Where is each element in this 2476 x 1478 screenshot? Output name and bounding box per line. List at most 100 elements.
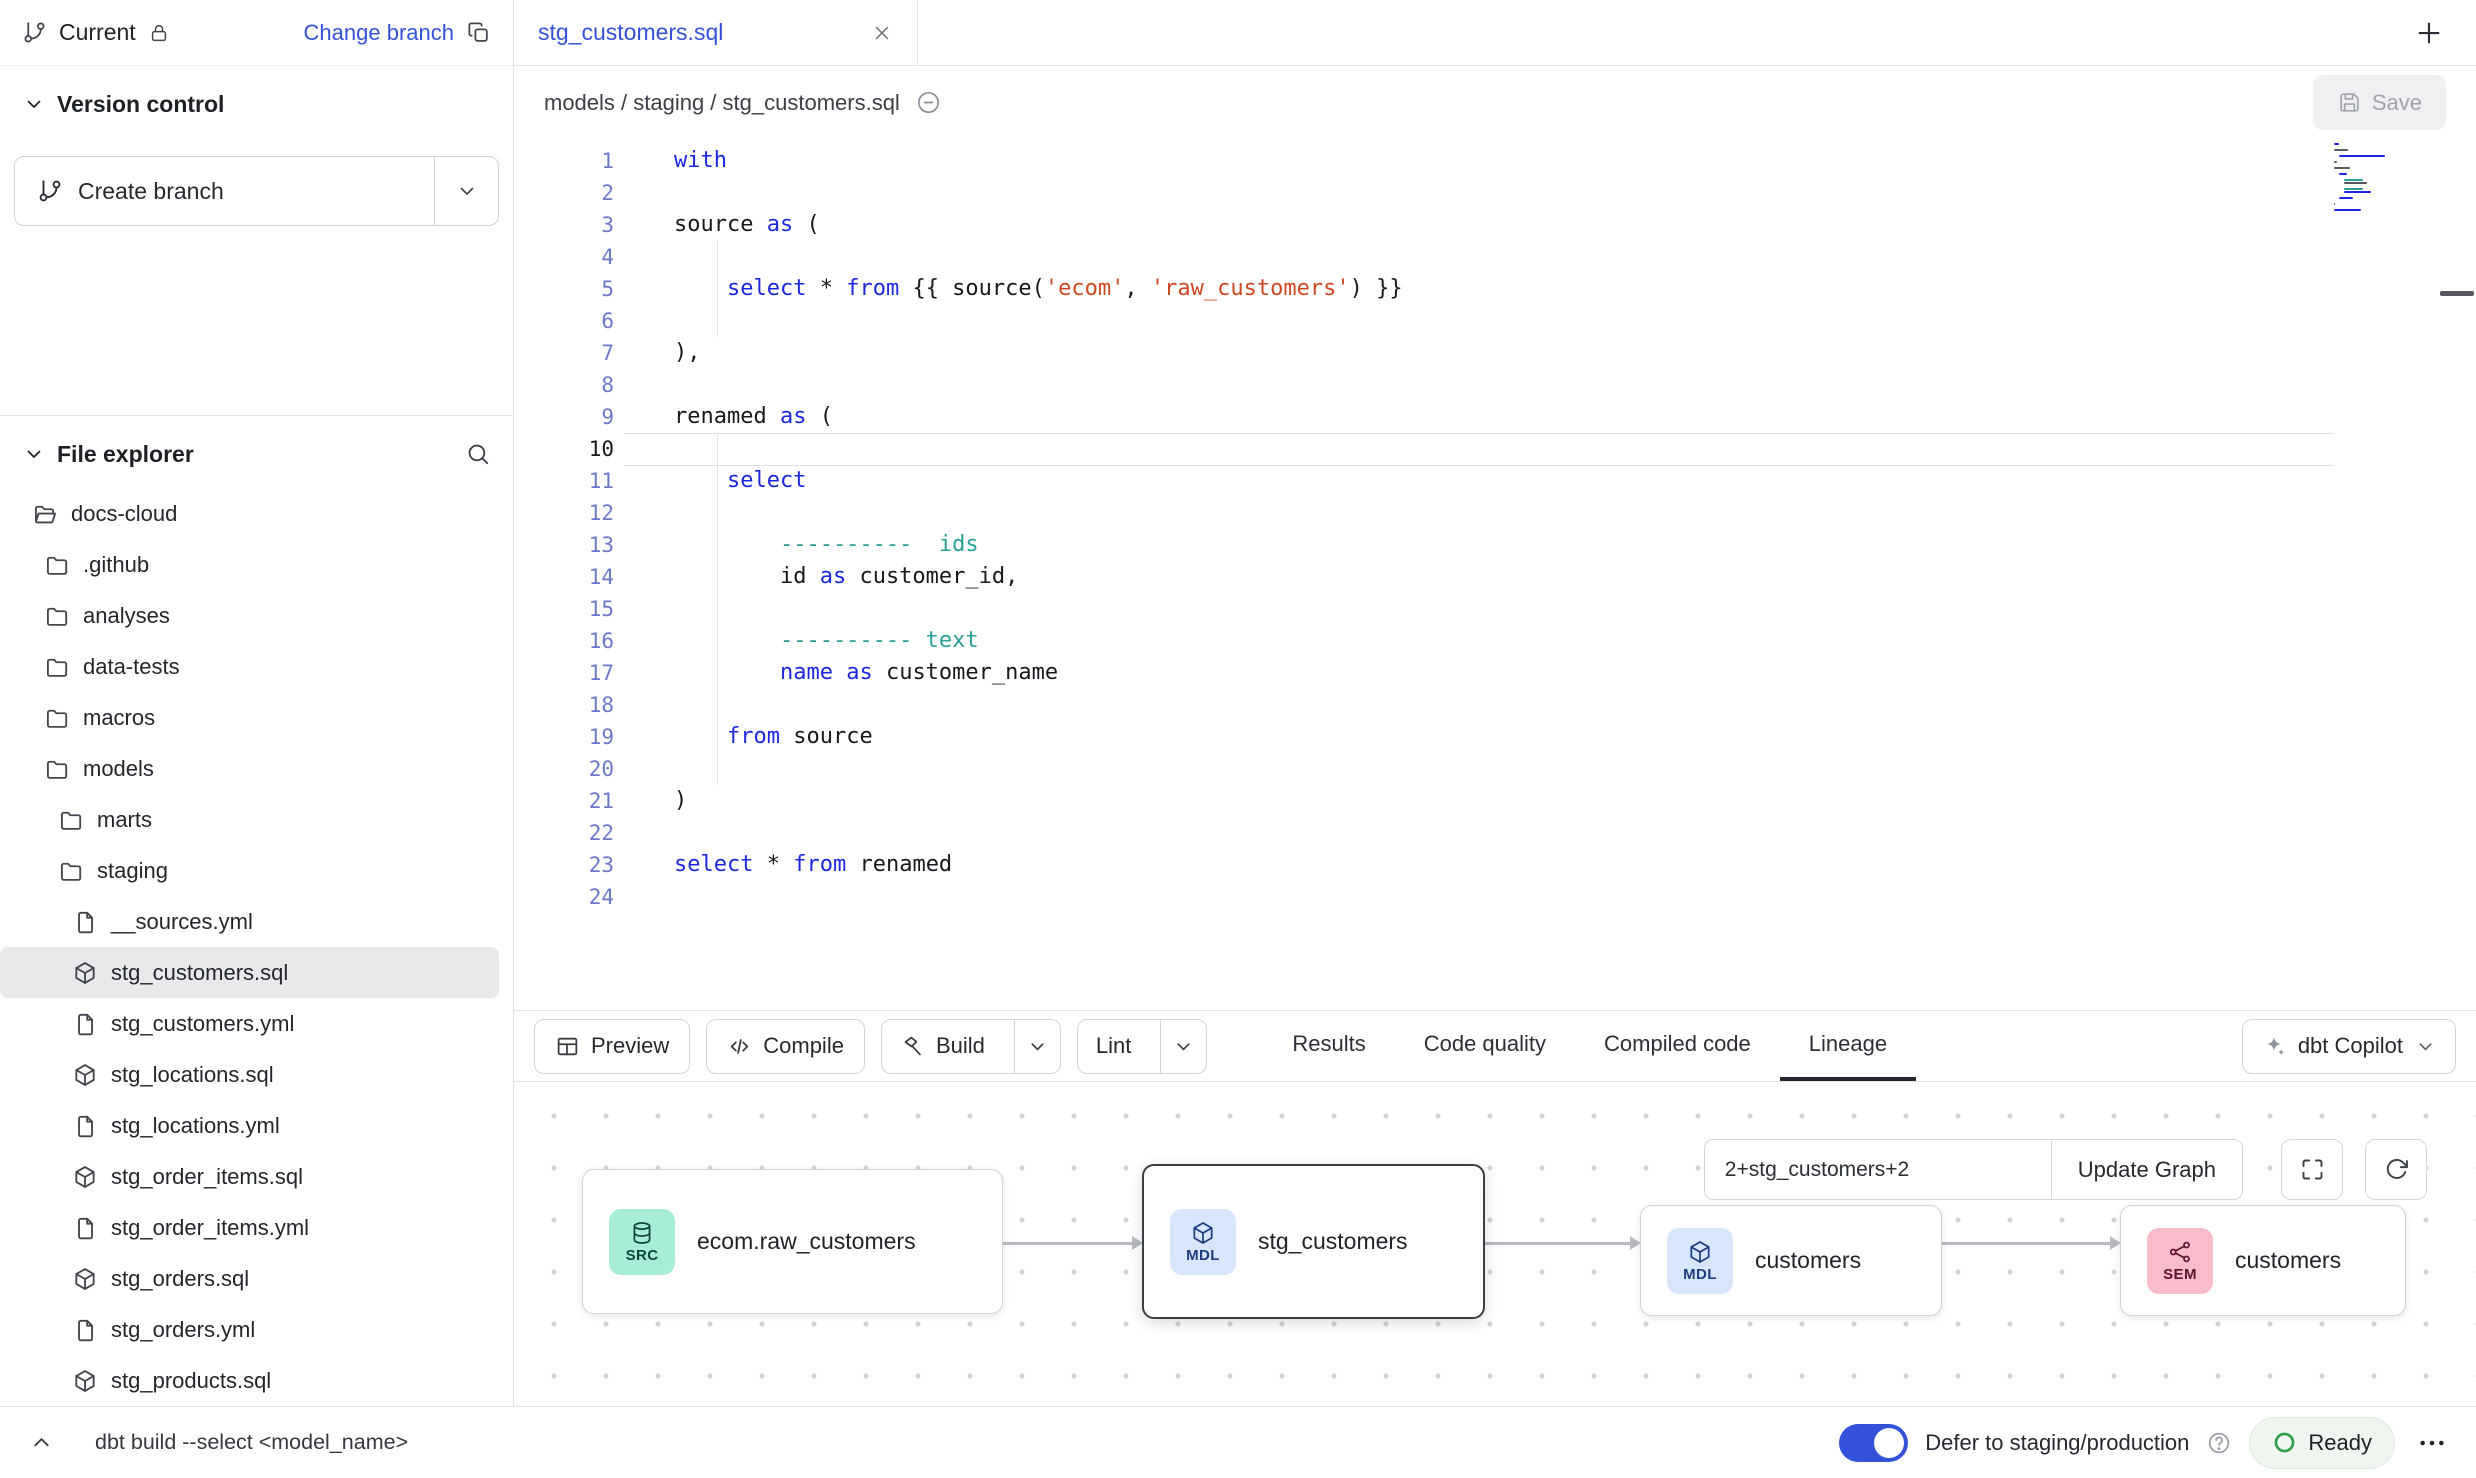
git-branch-icon	[22, 20, 47, 45]
create-branch-button[interactable]: Create branch	[14, 156, 499, 226]
lineage-panel[interactable]: Update Graph SRC ecom.raw_customers MDLstg…	[514, 1082, 2476, 1406]
chevron-down-icon	[1172, 1035, 1195, 1058]
change-branch-link[interactable]: Change branch	[304, 20, 454, 46]
lineage-node-customers[interactable]: SEMcustomers	[2120, 1205, 2406, 1316]
file-item-stg_customers.sql[interactable]: stg_customers.sql	[0, 947, 499, 998]
file-item-label: stg_locations.yml	[111, 1113, 280, 1139]
update-graph-label: Update Graph	[2078, 1157, 2216, 1183]
table-icon	[555, 1034, 580, 1059]
build-main[interactable]: Build	[882, 1020, 1003, 1073]
update-graph-button[interactable]: Update Graph	[2051, 1139, 2243, 1200]
code-line-21: )	[674, 785, 2476, 817]
code-pane[interactable]: withsource as ( select * from {{ source(…	[630, 139, 2476, 1010]
code-line-9: renamed as (	[674, 401, 2476, 433]
chevron-up-icon[interactable]	[28, 1429, 55, 1456]
file-item-stg_products.sql[interactable]: stg_products.sql	[0, 1355, 499, 1406]
lineage-node-customers[interactable]: MDLcustomers	[1640, 1205, 1942, 1316]
close-icon[interactable]	[871, 22, 893, 44]
file-item-marts[interactable]: marts	[0, 794, 499, 845]
file-item-label: stg_customers.sql	[111, 960, 288, 986]
line-number: 5	[514, 273, 614, 305]
search-icon[interactable]	[465, 441, 491, 467]
file-item-data-tests[interactable]: data-tests	[0, 641, 499, 692]
line-number-gutter: 123456789101112131415161718192021222324	[514, 139, 630, 1010]
file-item-stg_customers.yml[interactable]: stg_customers.yml	[0, 998, 499, 1049]
cube-icon	[72, 960, 98, 986]
tab-stg-customers-sql[interactable]: stg_customers.sql	[514, 0, 918, 65]
dbt-copilot-button[interactable]: dbt Copilot	[2242, 1019, 2456, 1074]
fullscreen-icon	[2299, 1156, 2326, 1183]
code-editor[interactable]: 123456789101112131415161718192021222324 …	[514, 139, 2476, 1010]
lint-caret[interactable]	[1160, 1020, 1206, 1073]
file-icon	[72, 1113, 98, 1139]
help-icon[interactable]	[2206, 1430, 2232, 1456]
file-explorer: File explorer docs-cloud.githubanalysesd…	[0, 416, 513, 1406]
tab-compiled-code[interactable]: Compiled code	[1575, 1011, 1780, 1081]
main-panel: stg_customers.sql models / staging / stg…	[514, 0, 2476, 1406]
tab-lineage[interactable]: Lineage	[1780, 1011, 1916, 1081]
preview-label: Preview	[591, 1033, 669, 1059]
save-button[interactable]: Save	[2313, 75, 2446, 130]
file-item-label: stg_order_items.yml	[111, 1215, 309, 1241]
file-tree: docs-cloud.githubanalysesdata-testsmacro…	[0, 484, 513, 1406]
code-line-7: ),	[674, 337, 2476, 369]
code-line-11: select	[674, 465, 2476, 497]
code-line-16: ---------- text	[674, 625, 2476, 657]
code-line-14: id as customer_id,	[674, 561, 2476, 593]
git-branch-icon	[37, 178, 63, 204]
more-menu-icon[interactable]	[2416, 1427, 2448, 1459]
node-label: customers	[1755, 1247, 1861, 1274]
refresh-button[interactable]	[2365, 1139, 2427, 1200]
lint-main[interactable]: Lint	[1078, 1020, 1149, 1073]
file-item-stg_locations.yml[interactable]: stg_locations.yml	[0, 1100, 499, 1151]
node-label: ecom.raw_customers	[697, 1228, 916, 1255]
folder-icon	[44, 705, 70, 731]
version-control-header[interactable]: Version control	[0, 74, 513, 134]
lineage-node-stg_customers[interactable]: MDLstg_customers	[1142, 1164, 1485, 1319]
lineage-node-ecom.raw_customers[interactable]: SRC ecom.raw_customers	[582, 1169, 1003, 1314]
tab-code-quality[interactable]: Code quality	[1395, 1011, 1575, 1081]
build-button[interactable]: Build	[881, 1019, 1061, 1074]
file-item-stg_order_items.yml[interactable]: stg_order_items.yml	[0, 1202, 499, 1253]
file-item-stg_order_items.sql[interactable]: stg_order_items.sql	[0, 1151, 499, 1202]
file-item-stg_orders.yml[interactable]: stg_orders.yml	[0, 1304, 499, 1355]
defer-toggle[interactable]	[1839, 1424, 1908, 1462]
file-item-.github[interactable]: .github	[0, 539, 499, 590]
build-caret[interactable]	[1014, 1020, 1060, 1073]
ready-status[interactable]: Ready	[2249, 1417, 2395, 1469]
tab-results[interactable]: Results	[1263, 1011, 1394, 1081]
status-ring-icon	[2272, 1430, 2297, 1455]
line-number: 11	[514, 465, 614, 497]
new-tab-icon[interactable]	[2414, 18, 2444, 48]
file-item-docs-cloud[interactable]: docs-cloud	[0, 488, 499, 539]
code-line-22	[674, 817, 2476, 849]
lineage-selector-input[interactable]	[1704, 1139, 2052, 1200]
create-branch-caret[interactable]	[434, 157, 498, 225]
folder-icon	[58, 858, 84, 884]
compile-label: Compile	[763, 1033, 844, 1059]
save-label: Save	[2372, 90, 2422, 116]
file-item-stg_orders.sql[interactable]: stg_orders.sql	[0, 1253, 499, 1304]
scrollbar-thumb[interactable]	[2440, 291, 2474, 296]
node-label: customers	[2235, 1247, 2341, 1274]
file-item-__sources.yml[interactable]: __sources.yml	[0, 896, 499, 947]
minimap[interactable]	[2334, 143, 2390, 215]
badge-src: SRC	[609, 1209, 675, 1275]
line-number: 3	[514, 209, 614, 241]
file-icon	[72, 1317, 98, 1343]
save-icon	[2337, 90, 2362, 115]
code-line-15	[674, 593, 2476, 625]
file-item-models[interactable]: models	[0, 743, 499, 794]
file-explorer-header[interactable]: File explorer	[0, 424, 513, 484]
line-number: 22	[514, 817, 614, 849]
file-item-analyses[interactable]: analyses	[0, 590, 499, 641]
file-item-stg_locations.sql[interactable]: stg_locations.sql	[0, 1049, 499, 1100]
create-branch-main[interactable]: Create branch	[15, 157, 434, 225]
copy-icon[interactable]	[466, 20, 491, 45]
file-item-macros[interactable]: macros	[0, 692, 499, 743]
preview-button[interactable]: Preview	[534, 1019, 690, 1074]
fullscreen-button[interactable]	[2281, 1139, 2343, 1200]
file-item-staging[interactable]: staging	[0, 845, 499, 896]
compile-button[interactable]: Compile	[706, 1019, 865, 1074]
lint-button[interactable]: Lint	[1077, 1019, 1207, 1074]
